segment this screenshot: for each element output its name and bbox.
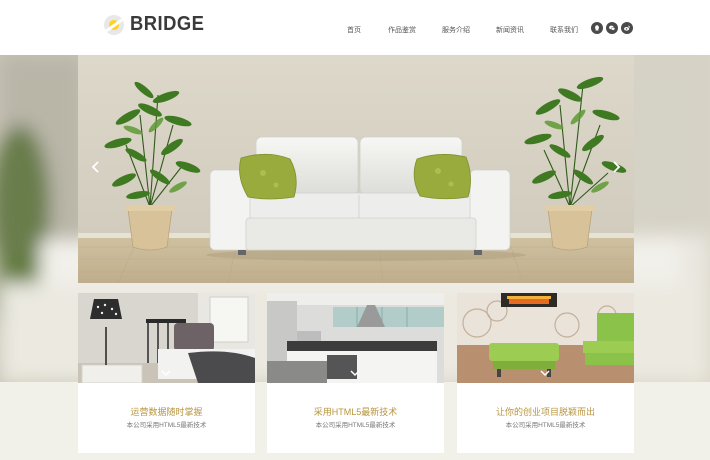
- chevron-down-icon[interactable]: [350, 369, 360, 377]
- qq-icon[interactable]: [591, 22, 603, 34]
- weibo-icon[interactable]: [621, 22, 633, 34]
- hero-next-arrow[interactable]: [608, 159, 624, 175]
- card-subtitle: 本公司采用HTML5最新技术: [505, 422, 586, 429]
- card-title: 运营数据随时掌握: [130, 407, 203, 417]
- chevron-right-icon: [613, 161, 621, 173]
- nav-item-services[interactable]: 服务介绍: [442, 25, 470, 35]
- chevron-down-icon[interactable]: [161, 369, 171, 377]
- feature-card[interactable]: 采用HTML5最新技术 本公司采用HTML5最新技术: [267, 293, 444, 453]
- chevron-down-icon[interactable]: [540, 369, 550, 377]
- main-nav: 首页 作品鉴赏 服务介绍 新闻资讯 联系我们: [330, 25, 578, 35]
- hero-photo: [78, 55, 634, 283]
- nav-item-home[interactable]: 首页: [347, 25, 361, 35]
- brand-name: BRIDGE: [130, 13, 205, 35]
- site-header: BRIDGE 首页 作品鉴赏 服务介绍 新闻资讯 联系我们: [0, 0, 710, 55]
- logo-icon: [104, 14, 124, 35]
- wechat-icon[interactable]: [606, 22, 618, 34]
- feature-card[interactable]: 让你的创业项目脱颖而出 本公司采用HTML5最新技术: [457, 293, 634, 453]
- nav-item-works[interactable]: 作品鉴赏: [388, 25, 416, 35]
- card-title: 让你的创业项目脱颖而出: [495, 407, 595, 417]
- feature-card[interactable]: 运营数据随时掌握 本公司采用HTML5最新技术: [78, 293, 255, 453]
- hero-prev-arrow[interactable]: [88, 159, 104, 175]
- logo[interactable]: BRIDGE: [104, 13, 211, 36]
- chevron-left-icon: [91, 161, 99, 173]
- card-subtitle: 本公司采用HTML5最新技术: [126, 422, 207, 429]
- nav-item-news[interactable]: 新闻资讯: [496, 25, 524, 35]
- card-subtitle: 本公司采用HTML5最新技术: [315, 422, 396, 429]
- social-links: [591, 22, 636, 34]
- card-title: 采用HTML5最新技术: [313, 407, 398, 417]
- nav-item-contact[interactable]: 联系我们: [550, 25, 578, 35]
- page: BRIDGE 首页 作品鉴赏 服务介绍 新闻资讯 联系我们 运营数据随时掌握 本…: [0, 0, 710, 460]
